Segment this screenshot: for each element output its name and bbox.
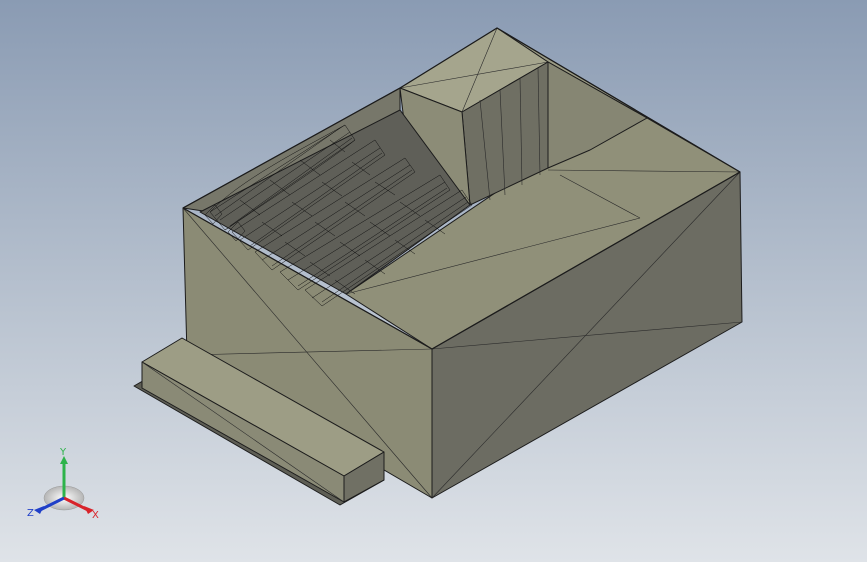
y-axis-label: Y [59,447,67,458]
cad-model-housing[interactable] [0,0,867,562]
x-axis-label: X [92,510,99,521]
z-axis-label: Z [27,508,34,519]
graphics-viewport[interactable]: Y X Z [0,0,867,562]
coordinate-triad: Y X Z [27,447,99,521]
